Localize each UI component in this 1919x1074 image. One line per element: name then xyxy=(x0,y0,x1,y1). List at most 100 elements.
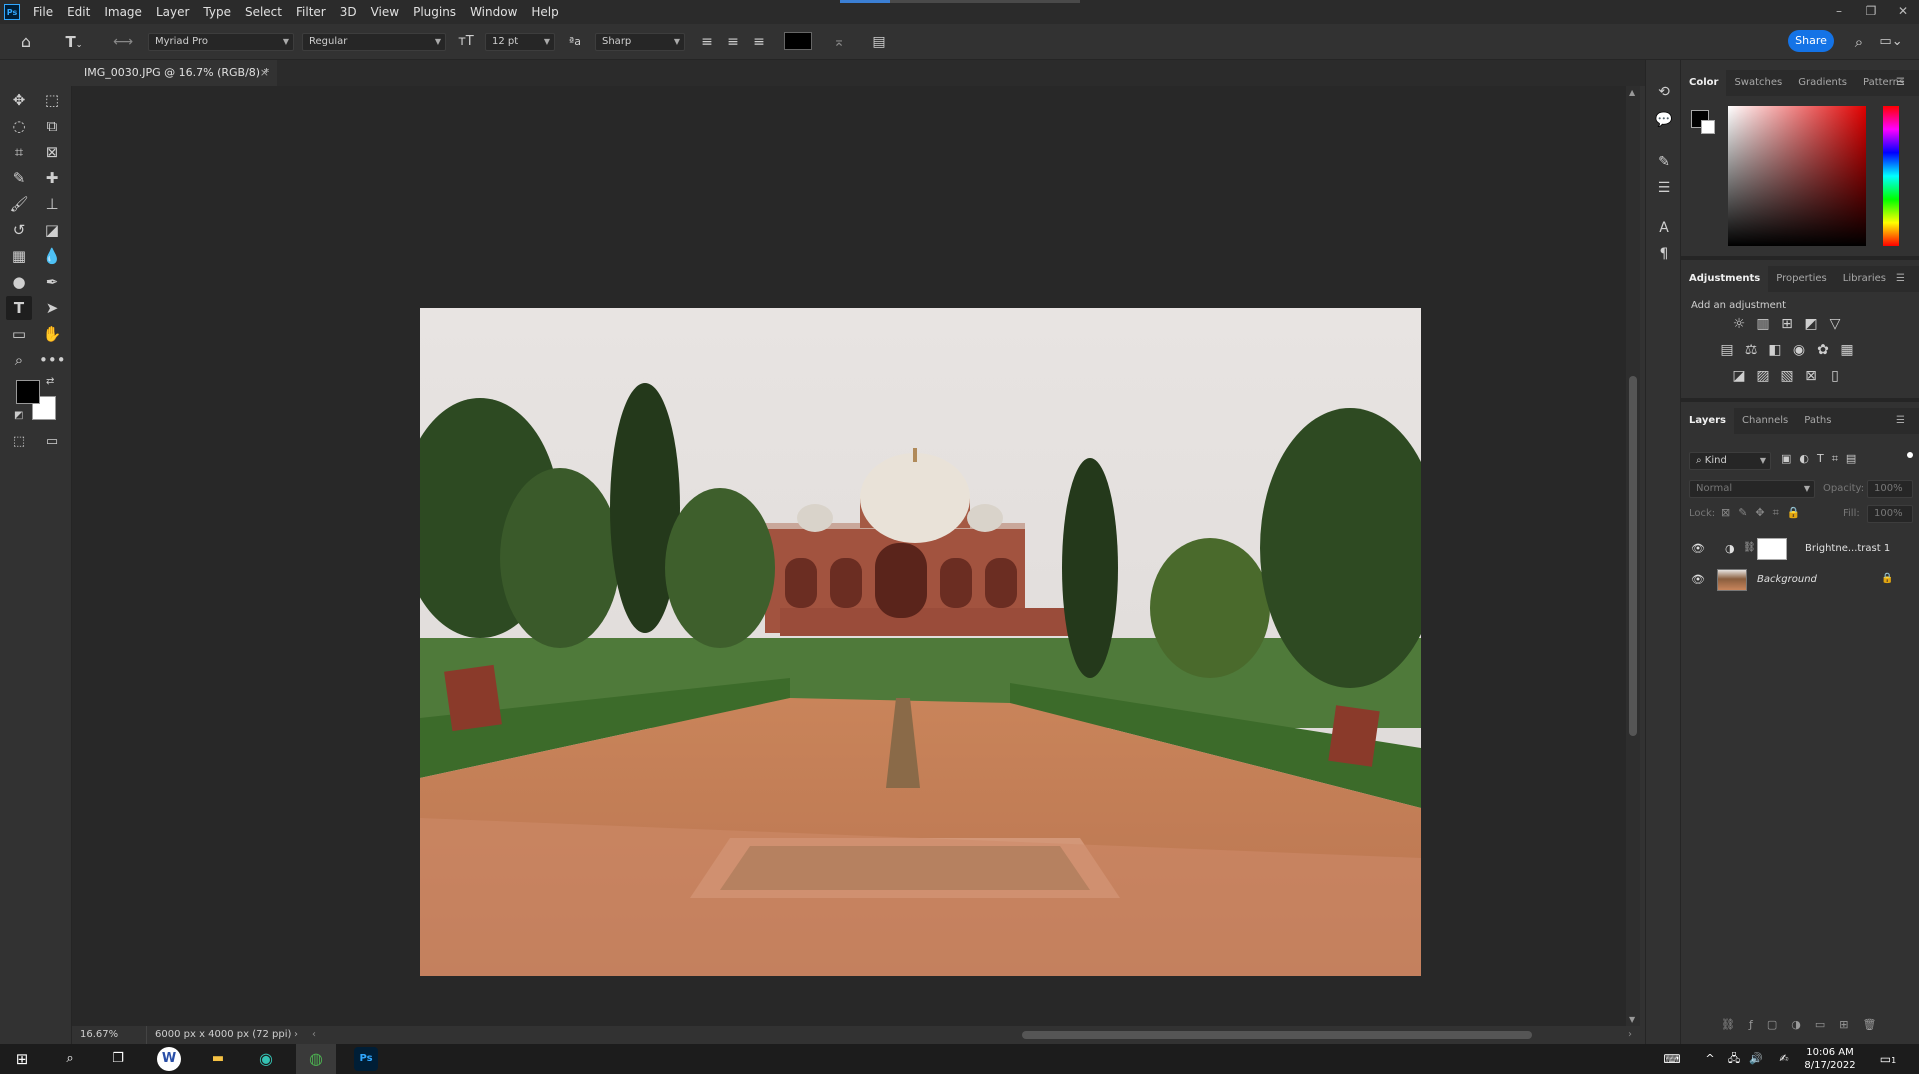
brush-tool-icon[interactable]: 🖌 xyxy=(6,192,32,216)
horizontal-scrollbar[interactable]: ‹ › xyxy=(312,1026,1632,1044)
volume-icon[interactable]: 🔊 xyxy=(1744,1047,1768,1071)
file-explorer-icon[interactable]: ▬ xyxy=(206,1047,230,1071)
tab-paths[interactable]: Paths xyxy=(1796,408,1839,434)
layer-name[interactable]: Background xyxy=(1757,574,1817,585)
layer-row-background[interactable]: 👁 Background 🔒 xyxy=(1681,565,1919,595)
menu-help[interactable]: Help xyxy=(524,0,565,24)
visibility-eye-icon[interactable]: 👁 xyxy=(1691,542,1705,555)
more-tools-icon[interactable]: ••• xyxy=(39,348,66,372)
selective-color-icon[interactable]: ⊠ xyxy=(1803,368,1819,384)
vertical-scroll-thumb[interactable] xyxy=(1629,376,1637,736)
threshold-icon[interactable]: ▧ xyxy=(1779,368,1795,384)
scroll-right-icon[interactable]: › xyxy=(1628,1026,1632,1044)
toggle-orientation-icon[interactable]: ⟷ xyxy=(112,24,134,60)
pen-icon[interactable]: ✍ xyxy=(1772,1047,1796,1071)
tab-channels[interactable]: Channels xyxy=(1734,408,1796,434)
tab-gradients[interactable]: Gradients xyxy=(1790,70,1855,96)
share-button[interactable]: Share xyxy=(1788,30,1834,52)
history-panel-icon[interactable]: ⟲ xyxy=(1654,82,1674,102)
quick-mask-icon[interactable]: ⬚ xyxy=(6,430,32,454)
scroll-down-icon[interactable]: ▼ xyxy=(1629,1015,1635,1024)
menu-window[interactable]: Window xyxy=(463,0,524,24)
fill-input[interactable]: 100% xyxy=(1867,505,1913,523)
exposure-icon[interactable]: ◩ xyxy=(1803,316,1819,332)
posterize-icon[interactable]: ▨ xyxy=(1755,368,1771,384)
curves-icon[interactable]: ⊞ xyxy=(1779,316,1795,332)
healing-brush-tool-icon[interactable]: ✚ xyxy=(39,166,65,190)
search-icon[interactable]: ⌕ xyxy=(58,1047,82,1071)
photoshop-taskbar-icon[interactable]: Ps xyxy=(354,1047,378,1071)
color-lookup-icon[interactable]: ▦ xyxy=(1839,342,1855,358)
eyedropper-tool-icon[interactable]: ✎ xyxy=(6,166,32,190)
pen-tool-icon[interactable]: ✒ xyxy=(39,270,65,294)
tab-color[interactable]: Color xyxy=(1681,70,1727,96)
vertical-scrollbar[interactable]: ▲ ▼ xyxy=(1626,86,1640,1026)
restore-button[interactable]: ❐ xyxy=(1855,0,1887,24)
vibrance-icon[interactable]: ▽ xyxy=(1827,316,1843,332)
layer-thumbnail[interactable] xyxy=(1717,569,1747,591)
layer-filter-icons[interactable]: ▣◐T⌗▤ xyxy=(1781,452,1864,466)
invert-icon[interactable]: ◪ xyxy=(1731,368,1747,384)
photo-filter-icon[interactable]: ◉ xyxy=(1791,342,1807,358)
object-select-tool-icon[interactable]: ⧉ xyxy=(39,114,65,138)
rectangle-tool-icon[interactable]: ▭ xyxy=(6,322,32,346)
type-tool-icon[interactable]: T xyxy=(6,296,32,320)
panel-menu-icon[interactable]: ☰ xyxy=(1888,408,1913,434)
workspace-icon[interactable]: ▭⌄ xyxy=(1876,24,1906,60)
character-panel-icon[interactable]: ▤ xyxy=(868,24,890,60)
layer-row-adjustment[interactable]: 👁 ◑ ⛓ Brightne...trast 1 xyxy=(1681,534,1919,564)
chrome-browser-icon[interactable]: ◍ xyxy=(296,1044,336,1074)
marquee-tool-icon[interactable]: ⬚ xyxy=(39,88,65,112)
type-tool-preset-icon[interactable]: T⌄ xyxy=(60,24,88,63)
paragraph-panel-icon[interactable]: ¶ xyxy=(1654,244,1674,264)
scroll-left-icon[interactable]: ‹ xyxy=(312,1026,316,1044)
warp-text-icon[interactable]: ⌅ xyxy=(828,24,850,60)
opacity-input[interactable]: 100% xyxy=(1867,480,1913,498)
properties-sliders-icon[interactable]: ☰ xyxy=(1654,178,1674,198)
layer-filter-kind[interactable]: ⌕ Kind ▼ xyxy=(1689,452,1771,470)
font-family-select[interactable]: Myriad Pro ▼ xyxy=(148,33,294,51)
character-panel-icon[interactable]: A xyxy=(1654,218,1674,238)
tab-swatches[interactable]: Swatches xyxy=(1726,70,1790,96)
close-tab-icon[interactable]: × xyxy=(260,60,269,86)
foreground-color-swatch-top[interactable] xyxy=(16,380,40,404)
text-color-swatch[interactable] xyxy=(784,32,812,50)
screen-mode-icon[interactable]: ▭ xyxy=(39,430,65,454)
panel-menu-icon[interactable]: ☰ xyxy=(1888,266,1913,292)
document-image[interactable] xyxy=(420,308,1421,976)
antialias-select[interactable]: Sharp ▼ xyxy=(595,33,685,51)
comments-panel-icon[interactable]: 💬 xyxy=(1654,110,1674,130)
close-button[interactable]: ✕ xyxy=(1887,0,1919,24)
clone-stamp-tool-icon[interactable]: ⊥ xyxy=(39,192,65,216)
align-center-icon[interactable]: ≡ xyxy=(723,24,743,60)
color-panel-background[interactable] xyxy=(1701,120,1715,134)
path-selection-tool-icon[interactable]: ➤ xyxy=(39,296,65,320)
tab-layers[interactable]: Layers xyxy=(1681,408,1734,434)
zoom-level[interactable]: 16.67% xyxy=(80,1026,118,1044)
frame-tool-icon[interactable]: ⊠ xyxy=(39,140,65,164)
font-size-select[interactable]: 12 pt ▼ xyxy=(485,33,555,51)
align-right-icon[interactable]: ≡ xyxy=(749,24,769,60)
menu-edit[interactable]: Edit xyxy=(60,0,97,24)
notifications-icon[interactable]: ▭1 xyxy=(1876,1047,1900,1071)
channel-mixer-icon[interactable]: ✿ xyxy=(1815,342,1831,358)
dodge-tool-icon[interactable]: ● xyxy=(6,270,32,294)
layer-mask-thumbnail[interactable] xyxy=(1757,538,1787,560)
menu-filter[interactable]: Filter xyxy=(289,0,333,24)
search-icon[interactable]: ⌕ xyxy=(1848,24,1870,60)
minimize-button[interactable]: – xyxy=(1823,0,1855,24)
default-colors-icon[interactable]: ◩ xyxy=(14,410,23,421)
blur-tool-icon[interactable]: 💧 xyxy=(39,244,65,268)
chain-link-icon[interactable]: ⛓ xyxy=(1743,542,1756,553)
swap-colors-icon[interactable]: ⇄ xyxy=(46,376,54,387)
crop-tool-icon[interactable]: ⌗ xyxy=(6,140,32,164)
document-tab[interactable]: IMG_0030.JPG @ 16.7% (RGB/8) * × xyxy=(72,60,277,86)
menu-file[interactable]: File xyxy=(26,0,60,24)
align-left-icon[interactable]: ≡ xyxy=(697,24,717,60)
menu-view[interactable]: View xyxy=(364,0,406,24)
lock-icons[interactable]: ⊠✎✥⌗🔒 xyxy=(1721,506,1809,520)
status-menu-chevron-icon[interactable]: › xyxy=(294,1026,298,1044)
filter-toggle[interactable] xyxy=(1907,452,1913,458)
gradient-tool-icon[interactable]: ▦ xyxy=(6,244,32,268)
task-view-icon[interactable]: ❐ xyxy=(106,1047,130,1071)
